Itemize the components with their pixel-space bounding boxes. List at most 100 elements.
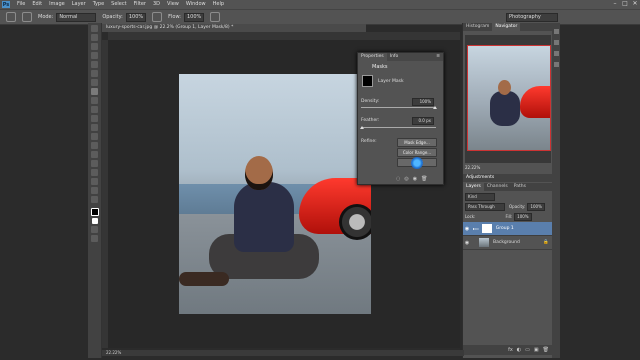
properties-footer-icons[interactable]: ◌◎◉🗑 — [396, 176, 431, 182]
layer-thumbnail — [479, 238, 489, 247]
layer-name: Background — [493, 240, 520, 245]
brush-tool-icon[interactable] — [91, 88, 98, 95]
tab-adjustments[interactable]: Adjustments — [463, 174, 556, 182]
layer-row-background[interactable]: ◉ Background 🔒 — [463, 236, 553, 250]
menu-edit[interactable]: Edit — [32, 0, 42, 9]
blend-row: Pass Through Opacity: 100% — [465, 202, 545, 211]
foreground-color-swatch[interactable] — [90, 208, 99, 216]
gradient-tool-icon[interactable] — [91, 124, 98, 131]
eye-icon[interactable]: ◉ — [463, 240, 471, 246]
adjustment-layer-icon[interactable]: ◐ — [517, 347, 521, 353]
density-label: Density: — [361, 99, 380, 104]
crop-tool-icon[interactable] — [91, 61, 98, 68]
status-bar: 22.22% — [102, 350, 464, 356]
mask-edge-button[interactable]: Mask Edge... — [397, 138, 437, 147]
document-image[interactable] — [179, 74, 371, 314]
photoshop-window: Ps File Edit Image Layer Type Select Fil… — [0, 0, 640, 360]
menu-layer[interactable]: Layer — [72, 0, 86, 9]
workspace-select[interactable]: Photography — [506, 13, 558, 22]
eyedropper-tool-icon[interactable] — [91, 70, 98, 77]
path-select-tool-icon[interactable] — [91, 169, 98, 176]
menu-type[interactable]: Type — [93, 0, 104, 9]
fx-icon[interactable]: fx — [508, 347, 513, 353]
density-slider[interactable] — [361, 107, 436, 108]
pen-tool-icon[interactable] — [91, 151, 98, 158]
masks-title: Masks — [372, 64, 388, 70]
feather-slider[interactable] — [361, 127, 436, 128]
eye-icon[interactable]: ◉ — [463, 226, 471, 232]
fill-field[interactable]: 100% — [514, 212, 532, 221]
brush-tool-icon[interactable] — [6, 12, 16, 22]
eraser-tool-icon[interactable] — [91, 115, 98, 122]
tab-navigator[interactable]: Navigator — [492, 23, 521, 31]
close-button[interactable]: ✕ — [632, 1, 638, 7]
panel-icon[interactable] — [553, 29, 559, 34]
menu-image[interactable]: Image — [49, 0, 65, 9]
zoom-status[interactable]: 22.22% — [106, 350, 121, 355]
tab-histogram[interactable]: Histogram — [463, 23, 492, 31]
panel-icon[interactable] — [553, 51, 559, 56]
move-tool-icon[interactable] — [91, 25, 98, 32]
app-logo: Ps — [2, 1, 10, 8]
lock-label: Lock: — [465, 214, 476, 219]
lasso-tool-icon[interactable] — [91, 43, 98, 50]
layer-name: Group 1 — [495, 226, 514, 231]
healing-tool-icon[interactable] — [91, 79, 98, 86]
tab-info[interactable]: Info — [387, 53, 402, 61]
brush-preset-icon[interactable] — [22, 12, 32, 22]
new-layer-icon[interactable]: ▣ — [534, 347, 539, 353]
panel-menu-icon[interactable]: ≡ — [436, 53, 443, 61]
screen-mode-icon[interactable] — [91, 235, 98, 242]
blur-tool-icon[interactable] — [91, 133, 98, 140]
document-tab[interactable]: luxury-sports-car.jpg @ 22.2% (Group 1, … — [102, 24, 366, 32]
flow-field[interactable]: 100% — [184, 12, 205, 22]
pressure-opacity-icon[interactable] — [152, 12, 163, 22]
menu-file[interactable]: File — [17, 0, 25, 9]
tab-paths[interactable]: Paths — [511, 183, 529, 191]
menu-view[interactable]: View — [167, 0, 179, 9]
mask-thumbnail[interactable] — [362, 75, 373, 87]
kind-select[interactable]: Kind — [465, 192, 495, 201]
marquee-tool-icon[interactable] — [91, 34, 98, 41]
history-brush-tool-icon[interactable] — [91, 106, 98, 113]
panel-icon[interactable] — [553, 40, 559, 45]
navigator-preview[interactable] — [465, 35, 551, 163]
type-tool-icon[interactable] — [91, 160, 98, 167]
layer-mask-thumbnail[interactable] — [481, 224, 492, 233]
menu-3d[interactable]: 3D — [153, 0, 160, 9]
feather-field[interactable]: 0.0 px — [412, 117, 434, 125]
layer-opacity-field[interactable]: 100% — [527, 202, 545, 211]
feather-slider-knob[interactable] — [360, 126, 364, 129]
mode-select[interactable]: Normal — [56, 12, 97, 22]
hand-tool-icon[interactable] — [91, 187, 98, 194]
dodge-tool-icon[interactable] — [91, 142, 98, 149]
shape-tool-icon[interactable] — [91, 178, 98, 185]
zoom-tool-icon[interactable] — [91, 196, 98, 203]
maximize-button[interactable]: □ — [622, 1, 628, 7]
new-group-icon[interactable]: ▭ — [525, 347, 530, 353]
menu-help[interactable]: Help — [213, 0, 224, 9]
opacity-field[interactable]: 100% — [125, 12, 147, 22]
menu-window[interactable]: Window — [186, 0, 206, 9]
image-person-head — [245, 156, 273, 190]
background-color-swatch[interactable] — [91, 218, 98, 224]
trash-icon[interactable]: 🗑 — [543, 347, 549, 353]
navigator-zoom[interactable]: 22.22% — [465, 165, 480, 170]
clone-stamp-tool-icon[interactable] — [91, 97, 98, 104]
tab-channels[interactable]: Channels — [484, 183, 511, 191]
quick-select-tool-icon[interactable] — [91, 52, 98, 59]
layers-footer: fx ◐ ▭ ▣ 🗑 — [463, 345, 553, 355]
density-slider-knob[interactable] — [433, 106, 437, 109]
tab-properties[interactable]: Properties — [358, 53, 387, 61]
tab-layers[interactable]: Layers — [463, 183, 484, 191]
density-field[interactable]: 100% — [412, 98, 434, 106]
blend-mode-select[interactable]: Pass Through — [465, 202, 505, 211]
panel-icon[interactable] — [553, 62, 559, 67]
color-range-button[interactable]: Color Range... — [397, 148, 437, 157]
minimize-button[interactable]: – — [612, 1, 618, 7]
menu-select[interactable]: Select — [111, 0, 126, 9]
airbrush-icon[interactable] — [210, 12, 221, 22]
menu-filter[interactable]: Filter — [134, 0, 146, 9]
quick-mask-icon[interactable] — [91, 226, 98, 233]
layer-row-group-1[interactable]: ◉ ▸▭ Group 1 — [463, 222, 553, 236]
